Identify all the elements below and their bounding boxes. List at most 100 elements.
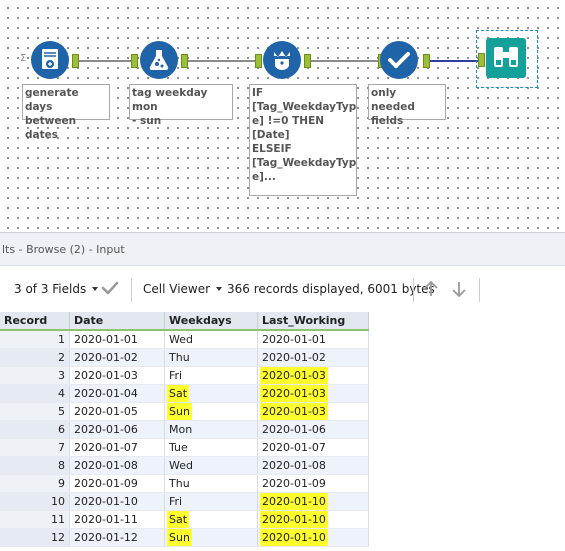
cell-last-working[interactable]: 2020-01-03 <box>257 402 369 421</box>
cell-record[interactable]: 4 <box>0 384 70 403</box>
cell-last-working-value: 2020-01-02 <box>262 351 326 364</box>
cell-last-working[interactable]: 2020-01-03 <box>257 384 369 403</box>
cell-last-working[interactable]: 2020-01-10 <box>257 528 369 547</box>
browse-tool[interactable] <box>486 38 526 78</box>
table-row[interactable]: 5 2020-01-05 Sun 2020-01-03 <box>0 402 369 421</box>
cell-record-value: 2 <box>58 351 65 364</box>
table-row[interactable]: 10 2020-01-10 Fri 2020-01-10 <box>0 492 369 511</box>
cell-last-working-value: 2020-01-10 <box>260 493 328 510</box>
cell-record[interactable]: 10 <box>0 492 70 511</box>
cell-last-working[interactable]: 2020-01-08 <box>257 456 369 475</box>
column-header-record[interactable]: Record <box>0 312 70 331</box>
cell-weekday[interactable]: Fri <box>164 492 258 511</box>
chevron-down-icon <box>92 287 99 291</box>
output-anchor[interactable] <box>181 54 188 68</box>
flask-icon <box>149 50 169 71</box>
cell-weekday[interactable]: Mon <box>164 420 258 439</box>
input-anchor[interactable] <box>255 54 262 68</box>
cell-weekday[interactable]: Tue <box>164 438 258 457</box>
table-row[interactable]: 6 2020-01-06 Mon 2020-01-06 <box>0 420 369 439</box>
annotation-generate-rows[interactable]: generate days between dates <box>22 84 110 141</box>
cell-weekday[interactable]: Wed <box>164 330 258 349</box>
cell-date[interactable]: 2020-01-05 <box>69 402 165 421</box>
cell-record[interactable]: 2 <box>0 348 70 367</box>
column-header-weekdays[interactable]: Weekdays <box>164 312 258 331</box>
table-row[interactable]: 11 2020-01-11 Sat 2020-01-10 <box>0 510 369 529</box>
annotation-multi-row-formula[interactable]: IF [Tag_WeekdayTyp e] !=0 THEN [Date] EL… <box>249 84 357 196</box>
column-header-last-working[interactable]: Last_Working <box>257 312 369 331</box>
cell-date[interactable]: 2020-01-08 <box>69 456 165 475</box>
output-anchor[interactable] <box>423 54 430 68</box>
cell-last-working[interactable]: 2020-01-09 <box>257 474 369 493</box>
arrow-up-icon[interactable] <box>423 280 439 298</box>
cell-weekday-value: Thu <box>169 477 190 490</box>
table-row[interactable]: 4 2020-01-04 Sat 2020-01-03 <box>0 384 369 403</box>
output-anchor[interactable] <box>72 54 79 68</box>
cell-record[interactable]: 6 <box>0 420 70 439</box>
cell-weekday-value: Wed <box>169 459 193 472</box>
cell-date[interactable]: 2020-01-07 <box>69 438 165 457</box>
cell-date[interactable]: 2020-01-09 <box>69 474 165 493</box>
arrow-down-icon[interactable] <box>451 280 467 298</box>
cell-record[interactable]: 5 <box>0 402 70 421</box>
workflow-canvas[interactable]: Σ generate days between dates tag weekda… <box>0 0 565 232</box>
cell-weekday[interactable]: Thu <box>164 348 258 367</box>
table-row[interactable]: 3 2020-01-03 Fri 2020-01-03 <box>0 366 369 385</box>
column-header-date[interactable]: Date <box>69 312 165 331</box>
cell-date[interactable]: 2020-01-04 <box>69 384 165 403</box>
cell-date[interactable]: 2020-01-11 <box>69 510 165 529</box>
cell-last-working[interactable]: 2020-01-06 <box>257 420 369 439</box>
table-row[interactable]: 9 2020-01-09 Thu 2020-01-09 <box>0 474 369 493</box>
cell-weekday[interactable]: Sun <box>164 528 258 547</box>
cell-date[interactable]: 2020-01-06 <box>69 420 165 439</box>
cell-weekday[interactable]: Thu <box>164 474 258 493</box>
input-anchor[interactable] <box>478 53 485 67</box>
fields-dropdown[interactable]: 3 of 3 Fields <box>14 282 99 296</box>
cell-last-working[interactable]: 2020-01-10 <box>257 492 369 511</box>
cell-record[interactable]: 9 <box>0 474 70 493</box>
cell-last-working[interactable]: 2020-01-10 <box>257 510 369 529</box>
annotation-select[interactable]: only needed fields <box>368 84 446 127</box>
output-anchor[interactable] <box>304 54 311 68</box>
input-anchor[interactable] <box>131 54 138 68</box>
cell-last-working[interactable]: 2020-01-02 <box>257 348 369 367</box>
cell-record-value: 6 <box>58 423 65 436</box>
annotation-formula[interactable]: tag weekday mon - sun <box>129 84 233 127</box>
formula-tool[interactable] <box>140 41 178 79</box>
cell-date[interactable]: 2020-01-12 <box>69 528 165 547</box>
cell-date[interactable]: 2020-01-02 <box>69 348 165 367</box>
records-status: 366 records displayed, 6001 bytes <box>227 282 435 296</box>
cell-last-working-value: 2020-01-09 <box>262 477 326 490</box>
table-row[interactable]: 8 2020-01-08 Wed 2020-01-08 <box>0 456 369 475</box>
select-tool[interactable] <box>380 41 418 79</box>
cell-weekday[interactable]: Sat <box>164 510 258 529</box>
cell-record[interactable]: 3 <box>0 366 70 385</box>
table-row[interactable]: 2 2020-01-02 Thu 2020-01-02 <box>0 348 369 367</box>
cell-last-working[interactable]: 2020-01-07 <box>257 438 369 457</box>
cell-record[interactable]: 11 <box>0 510 70 529</box>
cell-weekday[interactable]: Sat <box>164 384 258 403</box>
cell-last-working-value: 2020-01-03 <box>260 385 328 402</box>
cell-record[interactable]: 8 <box>0 456 70 475</box>
cell-date-value: 2020-01-05 <box>74 405 138 418</box>
cell-record[interactable]: 7 <box>0 438 70 457</box>
checkmark-icon[interactable] <box>101 280 119 296</box>
table-row[interactable]: 1 2020-01-01 Wed 2020-01-01 <box>0 330 369 349</box>
cell-weekday[interactable]: Wed <box>164 456 258 475</box>
table-row[interactable]: 12 2020-01-12 Sun 2020-01-10 <box>0 528 369 547</box>
cell-date[interactable]: 2020-01-10 <box>69 492 165 511</box>
cell-date[interactable]: 2020-01-01 <box>69 330 165 349</box>
table-row[interactable]: 7 2020-01-07 Tue 2020-01-07 <box>0 438 369 457</box>
cell-last-working[interactable]: 2020-01-03 <box>257 366 369 385</box>
cell-weekday[interactable]: Sun <box>164 402 258 421</box>
cell-record[interactable]: 1 <box>0 330 70 349</box>
multi-row-formula-icon <box>274 51 290 70</box>
cell-viewer-dropdown[interactable]: Cell Viewer <box>143 282 223 296</box>
multi-row-formula-tool[interactable] <box>263 41 301 79</box>
cell-record[interactable]: 12 <box>0 528 70 547</box>
cell-date-value: 2020-01-09 <box>74 477 138 490</box>
cell-weekday[interactable]: Fri <box>164 366 258 385</box>
cell-last-working[interactable]: 2020-01-01 <box>257 330 369 349</box>
generate-rows-tool[interactable] <box>31 41 69 79</box>
cell-date[interactable]: 2020-01-03 <box>69 366 165 385</box>
